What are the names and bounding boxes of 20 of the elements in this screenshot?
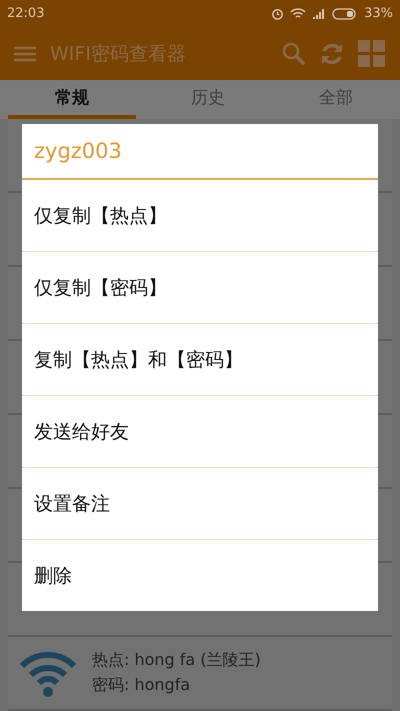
battery-percent: 33% bbox=[364, 6, 393, 22]
grid-icon[interactable] bbox=[358, 40, 386, 68]
menu-icon[interactable] bbox=[14, 46, 36, 62]
status-time: 22:03 bbox=[7, 6, 44, 22]
menu-option[interactable]: 删除 bbox=[22, 540, 378, 611]
menu-option[interactable]: 仅复制【热点】 bbox=[22, 180, 378, 252]
dialog-title: zygz003 bbox=[22, 124, 378, 180]
refresh-icon[interactable] bbox=[320, 42, 344, 66]
hotspot-name: 热点: hong fa (兰陵王) bbox=[92, 650, 261, 671]
alarm-icon bbox=[271, 7, 284, 20]
app-title: WIFI密码查看器 bbox=[50, 42, 187, 67]
search-icon[interactable] bbox=[282, 42, 306, 66]
menu-option[interactable]: 仅复制【密码】 bbox=[22, 252, 378, 324]
battery-icon bbox=[332, 8, 358, 20]
menu-option[interactable]: 复制【热点】和【密码】 bbox=[22, 324, 378, 396]
menu-option[interactable]: 设置备注 bbox=[22, 468, 378, 540]
menu-option[interactable]: 发送给好友 bbox=[22, 396, 378, 468]
wifi-signal-icon bbox=[290, 8, 306, 20]
cell-signal-icon bbox=[312, 8, 326, 20]
password-text: 密码: hongfa bbox=[92, 675, 192, 696]
